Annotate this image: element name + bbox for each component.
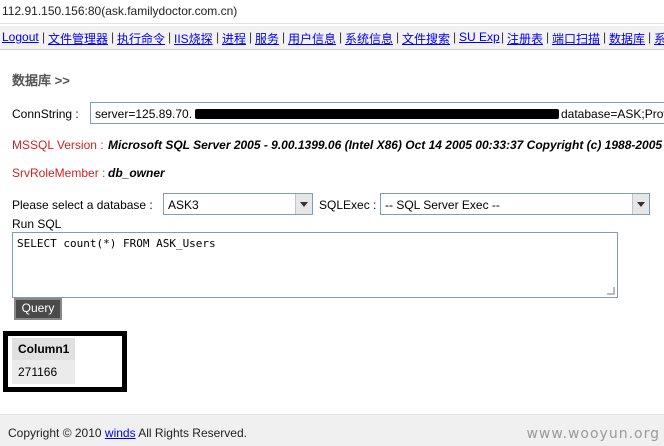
nav-separator: | <box>42 30 46 44</box>
copyright-suffix: All Rights Reserved. <box>138 426 247 440</box>
select-database-label: Please select a database : <box>12 198 153 212</box>
srvrole-value: db_owner <box>108 166 165 180</box>
nav-iis-probe[interactable]: IIS烧探 <box>174 30 213 47</box>
column-header: Column1 <box>12 338 76 360</box>
nav-separator: | <box>111 30 115 44</box>
table-row: 271166 <box>12 360 76 384</box>
nav-port-scan[interactable]: 端口扫描 <box>552 30 600 47</box>
sql-query-text: SELECT count(*) FROM ASK_Users <box>17 237 216 250</box>
run-sql-label: Run SQL <box>12 217 62 231</box>
nav-logout[interactable]: Logout <box>2 30 39 44</box>
nav-registry[interactable]: 注册表 <box>507 30 543 47</box>
footer: Copyright © 2010 winds All Rights Reserv… <box>0 414 664 446</box>
nav-user-info[interactable]: 用户信息 <box>288 30 336 47</box>
nav-separator: | <box>216 30 220 44</box>
watermark: www.wooyun.org <box>526 426 660 442</box>
nav-separator: | <box>339 30 343 44</box>
table-cell: 271166 <box>12 360 76 384</box>
nav-file-search[interactable]: 文件搜索 <box>402 30 450 47</box>
nav-file-manager[interactable]: 文件管理器 <box>48 30 108 47</box>
mssql-version-value: Microsoft SQL Server 2005 - 9.00.1399.06… <box>108 138 663 152</box>
chevron-down-icon[interactable] <box>295 194 312 214</box>
nav-separator: | <box>648 30 652 44</box>
table-header-row: Column1 <box>12 338 76 360</box>
sql-textarea[interactable]: SELECT count(*) FROM ASK_Users <box>12 232 618 298</box>
result-table: Column1 271166 <box>12 338 76 384</box>
nav-separator: | <box>168 30 172 44</box>
top-nav: Logout | 文件管理器 | 执行命令 | IIS烧探 | 进程 | 服务 … <box>0 26 664 50</box>
query-button[interactable]: Query <box>14 298 62 320</box>
nav-separator: | <box>603 30 607 44</box>
nav-separator: | <box>282 30 286 44</box>
nav-separator: | <box>546 30 550 44</box>
sqlexec-select[interactable]: -- SQL Server Exec -- <box>380 193 650 215</box>
database-select[interactable]: ASK3 <box>163 193 313 215</box>
copyright-text: Copyright © 2010 winds All Rights Reserv… <box>8 426 247 440</box>
nav-su-exp[interactable]: SU Exp <box>459 30 500 44</box>
result-highlight-box: Column1 271166 <box>3 331 127 392</box>
nav-process[interactable]: 进程 <box>222 30 246 47</box>
nav-database[interactable]: 数据库 <box>609 30 645 47</box>
nav-exec-command[interactable]: 执行命令 <box>117 30 165 47</box>
chevron-down-icon[interactable] <box>632 194 649 214</box>
nav-separator: | <box>249 30 253 44</box>
page-title: 数据库 >> <box>12 73 70 88</box>
connstring-value-end: database=ASK;Prov <box>561 107 664 121</box>
srvrole-label: SrvRoleMember : <box>12 166 106 180</box>
nav-separator: | <box>396 30 400 44</box>
nav-system-info[interactable]: 系统信息 <box>345 30 393 47</box>
connstring-label: ConnString : <box>12 107 79 121</box>
connstring-value-start: server=125.89.70. <box>95 107 193 121</box>
redaction-bar <box>195 109 559 119</box>
address-url[interactable]: 112.91.150.156:80(ask.familydoctor.com.c… <box>2 4 237 18</box>
address-bar[interactable]: 112.91.150.156:80(ask.familydoctor.com.c… <box>0 0 664 24</box>
connstring-input[interactable]: server=125.89.70. database=ASK;Prov <box>90 102 664 124</box>
copyright-prefix: Copyright © 2010 <box>8 426 102 440</box>
nav-separator: | <box>453 30 457 44</box>
resize-grip-icon[interactable] <box>607 287 615 295</box>
sqlexec-select-value: -- SQL Server Exec -- <box>385 198 500 212</box>
author-link[interactable]: winds <box>105 426 136 440</box>
nav-separator: | <box>501 30 505 44</box>
nav-services[interactable]: 服务 <box>255 30 279 47</box>
sqlexec-label: SQLExec : <box>319 198 377 212</box>
mssql-version-label: MSSQL Version : <box>12 138 104 152</box>
nav-system[interactable]: 系统 <box>654 30 664 47</box>
database-select-value: ASK3 <box>168 198 199 212</box>
